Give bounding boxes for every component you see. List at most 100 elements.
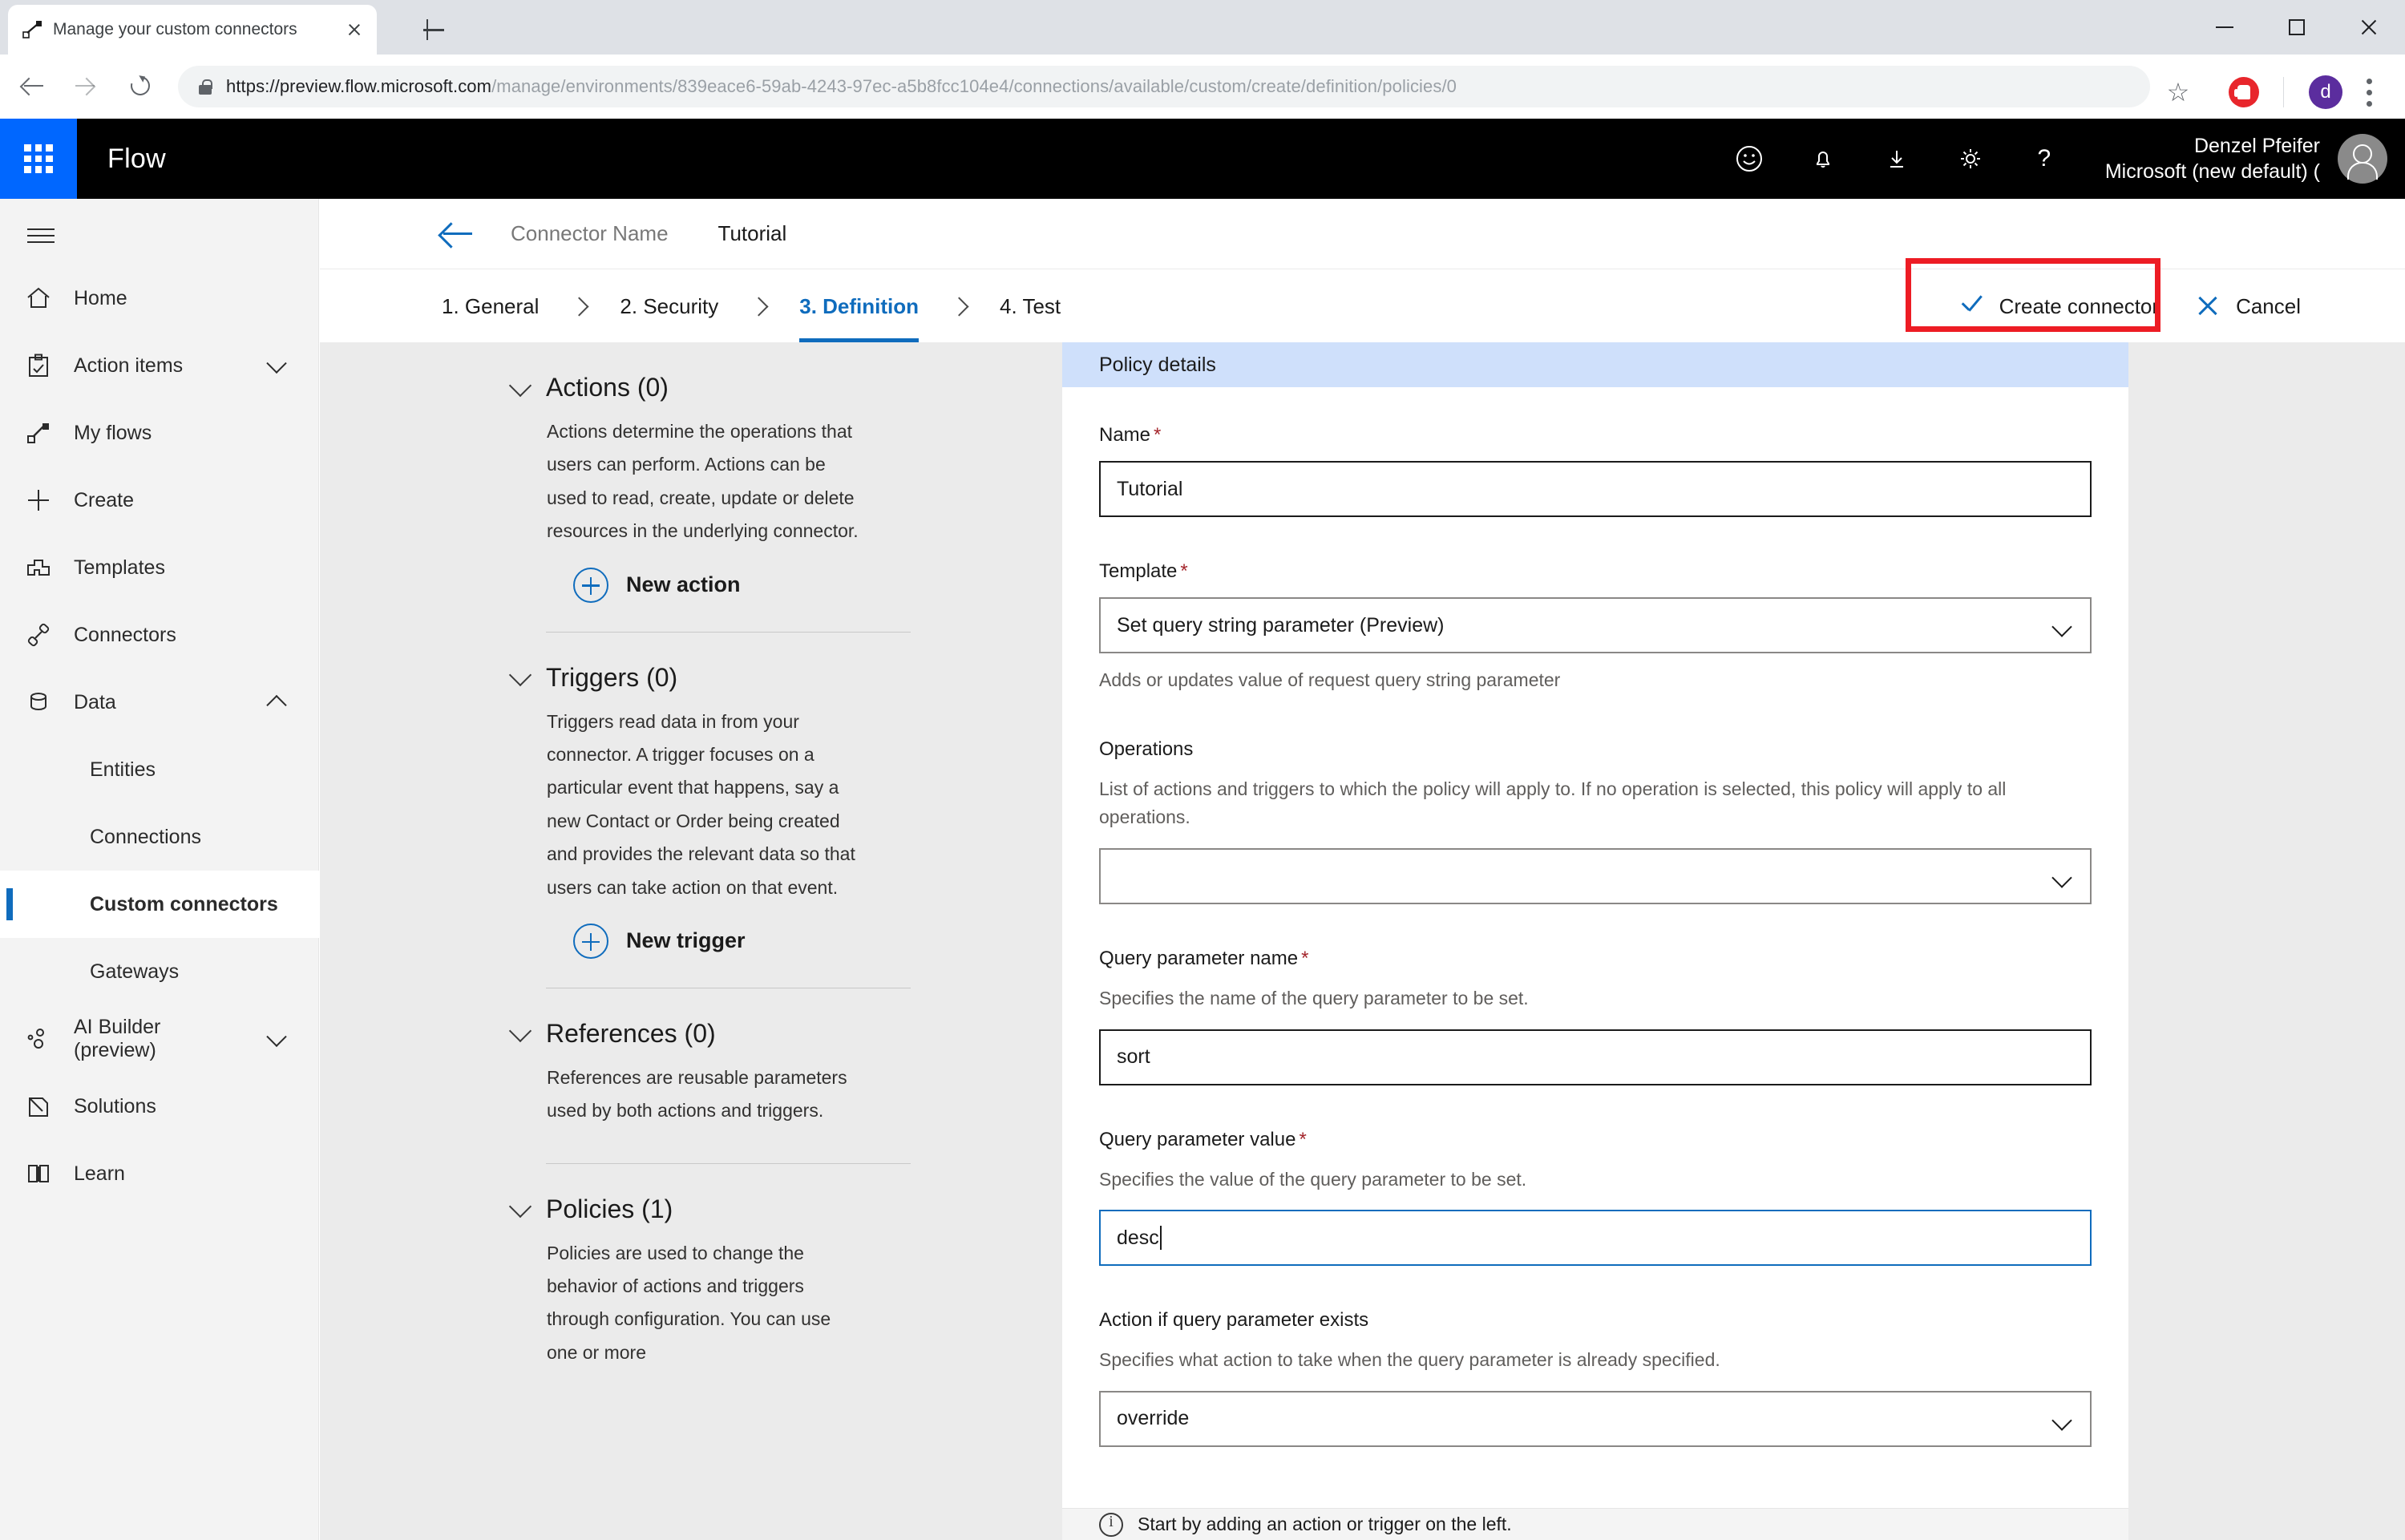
name-input[interactable]: Tutorial	[1099, 461, 2092, 517]
window-controls	[2189, 0, 2405, 55]
sidebar-item-learn[interactable]: Learn	[0, 1140, 319, 1207]
required-marker: *	[1180, 560, 1188, 582]
tab-general[interactable]: 1. General	[442, 270, 539, 342]
section-references-header[interactable]: References (0)	[508, 988, 945, 1049]
window-close-button[interactable]	[2333, 0, 2405, 55]
user-avatar[interactable]	[2338, 134, 2387, 184]
chevron-down-icon[interactable]	[266, 353, 287, 374]
action-help: Specifies what action to take when the q…	[1099, 1349, 1720, 1371]
field-query-parameter-value: Query parameter value * Specifies the val…	[1099, 1129, 2092, 1267]
chevron-down-icon	[508, 374, 532, 397]
sidebar-item-label: Home	[74, 287, 127, 309]
plus-icon	[24, 486, 53, 515]
sidebar-item-entities[interactable]: Entities	[0, 736, 319, 803]
bookmark-star-icon[interactable]: ☆	[2164, 79, 2192, 106]
browser-tab[interactable]: Manage your custom connectors	[8, 5, 377, 55]
sidebar-item-my-flows[interactable]: My flows	[0, 399, 319, 467]
sidebar-item-data[interactable]: Data	[0, 669, 319, 736]
query-parameter-value-input[interactable]: desc	[1099, 1210, 2092, 1267]
address-bar-url: https://preview.flow.microsoft.com/manag…	[226, 76, 1457, 97]
tab-definition[interactable]: 3. Definition	[799, 270, 919, 342]
policy-details-panel: Policy details Name * Tutorial Template * …	[1062, 342, 2128, 1508]
sidebar-item-home[interactable]: Home	[0, 265, 319, 332]
action-select-value: override	[1117, 1407, 1190, 1430]
tab-test[interactable]: 4. Test	[1000, 270, 1061, 342]
definition-workspace: Actions (0) Actions determine the operat…	[320, 342, 2405, 1540]
maximize-button[interactable]	[2261, 0, 2333, 55]
url-path: /manage/environments/839eace6-59ab-4243-…	[491, 76, 1457, 96]
sidebar-item-connections[interactable]: Connections	[0, 803, 319, 871]
sidebar-item-solutions[interactable]: Solutions	[0, 1073, 319, 1140]
back-arrow-icon[interactable]	[442, 218, 479, 250]
sidebar-item-label: Connectors	[74, 624, 176, 646]
clipboard-check-icon	[24, 351, 53, 380]
adblock-extension-icon[interactable]	[2229, 77, 2259, 107]
suite-bar-actions: ? Denzel Pfeifer Microsoft (new default)…	[1712, 119, 2405, 199]
sidebar-item-gateways[interactable]: Gateways	[0, 938, 319, 1005]
user-info[interactable]: Denzel Pfeifer Microsoft (new default) (	[2081, 133, 2338, 184]
back-button[interactable]	[19, 72, 48, 101]
field-template: Template * Set query string parameter (Pr…	[1099, 560, 2092, 695]
browser-menu-icon[interactable]	[2367, 79, 2373, 107]
sidebar-nav-list: Home Action items My flows Create Templa…	[0, 265, 319, 1207]
cancel-button[interactable]: Cancel	[2194, 293, 2301, 320]
app-launcher-button[interactable]	[0, 119, 77, 199]
query-parameter-name-input[interactable]: sort	[1099, 1029, 2092, 1085]
sidebar-item-templates[interactable]: Templates	[0, 534, 319, 601]
section-triggers: Triggers (0) Triggers read data in from …	[508, 633, 945, 988]
section-policies-header[interactable]: Policies (1)	[508, 1164, 945, 1224]
close-icon[interactable]	[343, 18, 366, 41]
flow-icon	[24, 418, 53, 447]
sidebar-item-action-items[interactable]: Action items	[0, 332, 319, 399]
new-action-button[interactable]: New action	[512, 567, 945, 603]
new-tab-button[interactable]	[417, 13, 451, 46]
close-x-icon	[2194, 293, 2221, 320]
book-icon	[24, 1159, 53, 1188]
check-icon	[1958, 293, 1985, 320]
section-actions-header[interactable]: Actions (0)	[508, 342, 945, 402]
action-if-exists-select[interactable]: override	[1099, 1390, 2092, 1447]
operations-select[interactable]	[1099, 847, 2092, 904]
download-icon[interactable]	[1860, 119, 1934, 199]
sidebar-item-create[interactable]: Create	[0, 467, 319, 534]
hamburger-menu-icon[interactable]	[22, 216, 59, 253]
help-question-icon[interactable]: ?	[2007, 119, 2081, 199]
new-trigger-button[interactable]: New trigger	[512, 923, 945, 959]
settings-gear-icon[interactable]	[1934, 119, 2007, 199]
new-trigger-label: New trigger	[626, 928, 746, 953]
info-icon	[1099, 1512, 1123, 1537]
chevron-up-icon[interactable]	[266, 694, 287, 716]
qp-name-label: Query parameter name *	[1099, 948, 2092, 970]
plus-circle-icon	[573, 567, 608, 603]
section-title: Triggers (0)	[546, 662, 678, 692]
reload-button[interactable]	[127, 72, 156, 101]
minimize-button[interactable]	[2189, 0, 2261, 55]
browser-profile-avatar[interactable]: d	[2309, 75, 2342, 109]
sidebar-item-connectors[interactable]: Connectors	[0, 601, 319, 669]
action-label: Action if query parameter exists	[1099, 1309, 1369, 1332]
tab-security[interactable]: 2. Security	[620, 270, 718, 342]
notifications-bell-icon[interactable]	[1786, 119, 1860, 199]
qp-value-label-text: Query parameter value	[1099, 1128, 1296, 1150]
name-label-text: Name	[1099, 424, 1151, 446]
template-select[interactable]: Set query string parameter (Preview)	[1099, 597, 2092, 653]
address-bar[interactable]: https://preview.flow.microsoft.com/manag…	[178, 66, 2150, 107]
chevron-down-icon[interactable]	[266, 1026, 287, 1048]
create-connector-button[interactable]: Create connector	[1958, 293, 2159, 320]
chevron-down-icon	[508, 1195, 532, 1219]
chevron-down-icon	[508, 663, 532, 687]
policy-details-header: Policy details	[1062, 342, 2128, 387]
sidebar-item-ai-builder[interactable]: AI Builder (preview)	[0, 1005, 319, 1073]
sidebar-item-label: AI Builder (preview)	[74, 1015, 161, 1062]
feedback-smiley-icon[interactable]	[1712, 119, 1786, 199]
forward-button[interactable]	[74, 72, 103, 101]
qp-value-label: Query parameter value *	[1099, 1129, 2092, 1151]
section-triggers-header[interactable]: Triggers (0)	[508, 633, 945, 693]
sidebar-item-custom-connectors[interactable]: Custom connectors	[0, 871, 319, 938]
qp-name-label-text: Query parameter name	[1099, 947, 1299, 969]
section-title: Policies (1)	[546, 1194, 673, 1223]
status-message: Start by adding an action or trigger on …	[1138, 1514, 1512, 1534]
toolbar-divider	[2283, 77, 2284, 107]
template-help: Adds or updates value of request query s…	[1099, 669, 1561, 690]
template-label-text: Template	[1099, 560, 1178, 582]
